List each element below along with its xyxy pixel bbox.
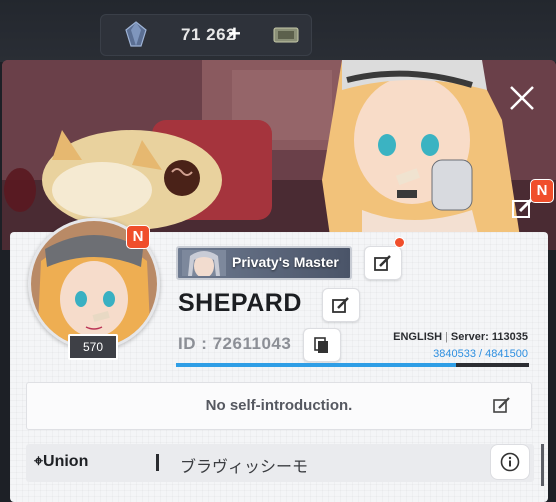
union-divider bbox=[156, 454, 159, 471]
self-introduction-text: No self-introduction. bbox=[205, 397, 353, 414]
username: SHEPARD bbox=[178, 289, 302, 317]
exp-progress-bar bbox=[176, 363, 529, 367]
top-bar: 71 262 + bbox=[0, 0, 556, 62]
language-server: ENGLISH | Server: 113035 bbox=[393, 331, 528, 343]
union-name: ブラヴィッシーモ bbox=[180, 459, 309, 476]
title-character-image bbox=[182, 250, 226, 276]
new-badge-banner: N bbox=[530, 179, 554, 203]
title-plate-text: Privaty's Master bbox=[232, 254, 339, 270]
title-plate[interactable]: Privaty's Master bbox=[176, 246, 352, 280]
player-id: ID : 72611043 bbox=[178, 334, 292, 353]
union-label-text: Union bbox=[43, 453, 89, 470]
union-info-button[interactable] bbox=[490, 444, 530, 480]
union-label: ⌖Union bbox=[34, 453, 88, 471]
ticket-icon bbox=[273, 27, 299, 43]
edit-title-button[interactable] bbox=[364, 246, 402, 280]
edit-icon bbox=[332, 297, 349, 313]
scrollbar[interactable] bbox=[541, 444, 544, 486]
diamond-icon: ⌖ bbox=[34, 453, 44, 470]
gem-icon bbox=[125, 21, 147, 47]
separator: | bbox=[445, 331, 448, 343]
close-icon[interactable] bbox=[506, 82, 538, 114]
notification-dot bbox=[394, 237, 405, 248]
copy-icon bbox=[314, 337, 328, 353]
edit-intro-icon[interactable] bbox=[493, 396, 511, 414]
language-label: ENGLISH bbox=[393, 331, 443, 343]
server-label: Server: 113035 bbox=[450, 331, 528, 343]
add-gem-button[interactable]: + bbox=[228, 21, 241, 47]
copy-id-button[interactable] bbox=[303, 328, 341, 362]
edit-name-button[interactable] bbox=[322, 288, 360, 322]
gem-currency-box[interactable]: 71 262 + bbox=[100, 14, 312, 56]
exp-progress-fill bbox=[176, 363, 456, 367]
union-row: ⌖Union ブラヴィッシーモ bbox=[26, 444, 534, 482]
new-badge-avatar: N bbox=[126, 225, 150, 249]
edit-icon bbox=[374, 255, 391, 271]
level-badge: 570 bbox=[68, 334, 118, 360]
info-icon bbox=[500, 452, 520, 472]
self-introduction-box[interactable]: No self-introduction. bbox=[26, 382, 532, 430]
exp-text: 3840533 / 4841500 bbox=[433, 348, 528, 360]
